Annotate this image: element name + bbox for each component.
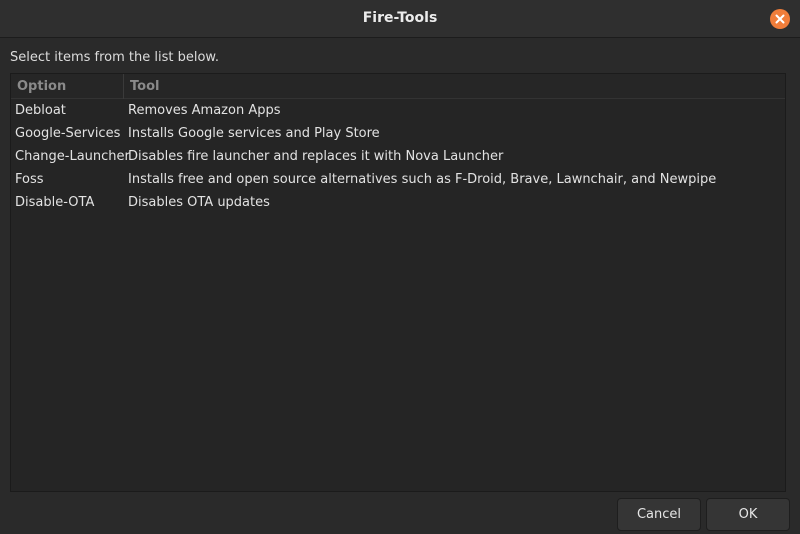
- title-bar[interactable]: Fire-Tools: [0, 0, 800, 38]
- option-name: Change-Launcher: [15, 149, 130, 164]
- close-button[interactable]: [770, 9, 790, 29]
- list-item[interactable]: Foss Installs free and open source alter…: [11, 169, 785, 192]
- tool-description: Disables fire launcher and replaces it w…: [128, 149, 504, 164]
- options-list[interactable]: Option Tool Debloat Removes Amazon Apps …: [10, 73, 786, 492]
- option-name: Foss: [15, 172, 44, 187]
- list-header: Option Tool: [11, 74, 785, 99]
- tool-description: Removes Amazon Apps: [128, 103, 281, 118]
- cancel-button[interactable]: Cancel: [617, 498, 701, 531]
- column-header-tool[interactable]: Tool: [124, 74, 785, 99]
- list-item[interactable]: Disable-OTA Disables OTA updates: [11, 192, 785, 215]
- option-name: Debloat: [15, 103, 66, 118]
- dialog-window: Fire-Tools Select items from the list be…: [0, 0, 800, 534]
- list-item[interactable]: Change-Launcher Disables fire launcher a…: [11, 146, 785, 169]
- tool-description: Installs free and open source alternativ…: [128, 172, 717, 187]
- tool-description: Disables OTA updates: [128, 195, 270, 210]
- instruction-text: Select items from the list below.: [10, 50, 219, 65]
- option-name: Disable-OTA: [15, 195, 95, 210]
- tool-description: Installs Google services and Play Store: [128, 126, 380, 141]
- window-title: Fire-Tools: [362, 10, 438, 26]
- close-icon: [775, 14, 785, 24]
- ok-button[interactable]: OK: [706, 498, 790, 531]
- list-item[interactable]: Debloat Removes Amazon Apps: [11, 100, 785, 123]
- column-header-option[interactable]: Option: [11, 74, 124, 99]
- list-item[interactable]: Google-Services Installs Google services…: [11, 123, 785, 146]
- option-name: Google-Services: [15, 126, 121, 141]
